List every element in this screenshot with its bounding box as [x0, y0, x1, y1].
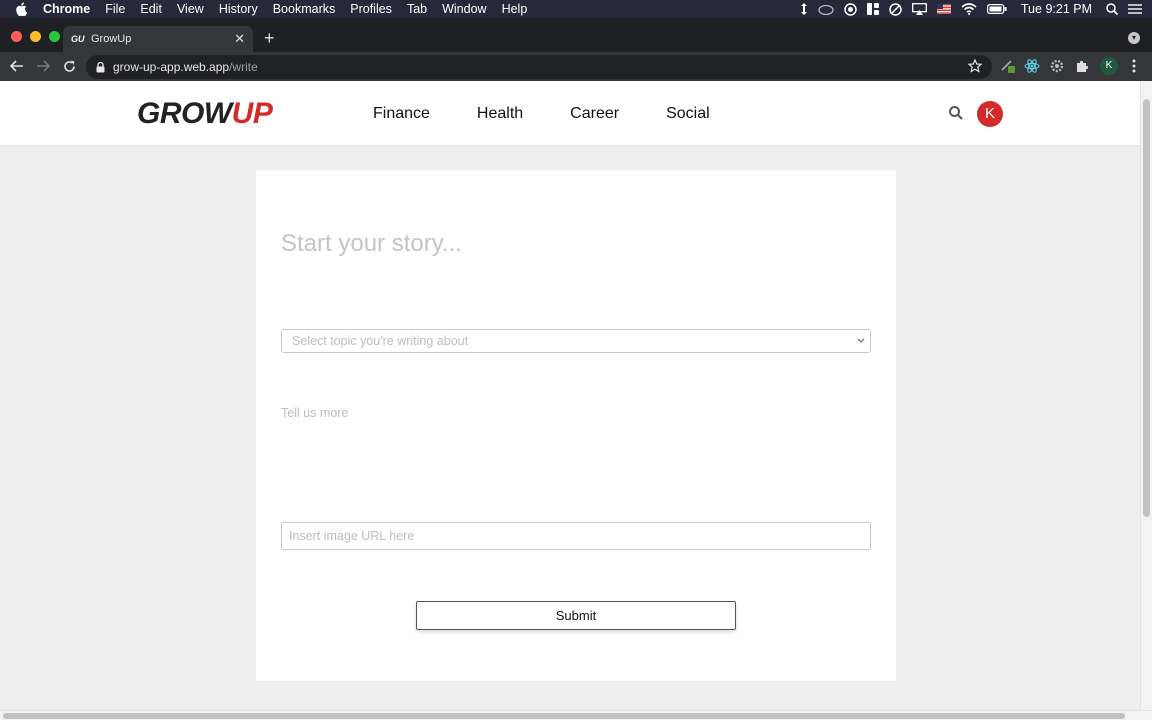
back-arrow-icon[interactable] [8, 57, 26, 75]
extension-react-icon[interactable] [1024, 58, 1040, 74]
browser-menu-kebab-icon[interactable] [1126, 58, 1142, 74]
cloud-icon[interactable] [818, 4, 834, 15]
apple-icon[interactable] [15, 2, 31, 16]
flag-us-icon[interactable] [936, 4, 951, 14]
story-body-textarea[interactable] [281, 406, 871, 496]
menu-view[interactable]: View [177, 0, 204, 18]
submit-button[interactable]: Submit [416, 601, 736, 630]
search-icon[interactable] [948, 105, 964, 126]
horizontal-scrollbar[interactable] [0, 710, 1152, 720]
window-layout-icon[interactable] [866, 3, 879, 15]
menu-window[interactable]: Window [442, 0, 486, 18]
extensions-puzzle-icon[interactable] [1074, 58, 1090, 74]
lock-icon[interactable] [96, 61, 105, 73]
tab-title: GrowUp [91, 33, 132, 45]
nav-finance[interactable]: Finance [373, 105, 430, 123]
menu-edit[interactable]: Edit [140, 0, 162, 18]
growup-logo[interactable]: GROWUP [137, 97, 273, 131]
chevron-down-icon [856, 335, 866, 350]
nav-health[interactable]: Health [477, 105, 523, 123]
wifi-icon[interactable] [961, 3, 977, 15]
browser-tab-strip: GU GrowUp ✕ + ▾ [0, 18, 1152, 52]
window-controls [11, 31, 60, 42]
url-host: grow-up-app.web.app [113, 60, 230, 74]
tab-search-chevron-icon[interactable]: ▾ [1128, 32, 1140, 44]
address-bar[interactable]: grow-up-app.web.app /write [86, 55, 992, 79]
main-nav: Finance Health Career Social [373, 105, 757, 123]
extension-pen-icon[interactable] [1000, 58, 1016, 74]
menu-profiles[interactable]: Profiles [350, 0, 392, 18]
menu-history[interactable]: History [219, 0, 258, 18]
topic-select-placeholder: Select topic you're writing about [292, 334, 469, 348]
extension-gear-icon[interactable] [1049, 58, 1065, 74]
do-not-disturb-icon[interactable] [889, 2, 902, 16]
menu-help[interactable]: Help [502, 0, 528, 18]
close-window-button[interactable] [11, 31, 22, 42]
story-title-input[interactable] [281, 227, 871, 261]
menu-file[interactable]: File [105, 0, 125, 18]
bookmark-star-icon[interactable] [967, 58, 983, 76]
target-icon[interactable] [844, 2, 857, 16]
browser-profile-avatar[interactable]: K [1100, 57, 1118, 75]
vertical-scroll-thumb[interactable] [1143, 99, 1150, 517]
url-path: /write [229, 60, 258, 74]
minimize-window-button[interactable] [30, 31, 41, 42]
site-header: GROWUP Finance Health Career Social K [0, 81, 1140, 145]
image-url-input[interactable] [281, 522, 871, 550]
macos-menu-bar: Chrome File Edit View History Bookmarks … [0, 0, 1152, 18]
user-avatar[interactable]: K [977, 101, 1003, 127]
transfer-icon[interactable] [800, 3, 808, 15]
new-tab-icon[interactable]: + [264, 28, 275, 49]
nav-career[interactable]: Career [570, 105, 619, 123]
page-viewport: GROWUP Finance Health Career Social K Se… [0, 81, 1140, 710]
menu-app-name[interactable]: Chrome [43, 0, 90, 18]
horizontal-scroll-thumb[interactable] [3, 713, 1125, 719]
browser-toolbar: grow-up-app.web.app /write K [0, 52, 1152, 81]
menu-clock[interactable]: Tue 9:21 PM [1021, 2, 1092, 16]
control-center-icon[interactable] [1128, 4, 1142, 14]
maximize-window-button[interactable] [49, 31, 60, 42]
airplay-icon[interactable] [911, 3, 927, 15]
nav-social[interactable]: Social [666, 105, 710, 123]
forward-arrow-icon[interactable] [34, 57, 52, 75]
topic-select[interactable]: Select topic you're writing about [281, 329, 871, 353]
tab-favicon: GU [71, 34, 85, 44]
reload-icon[interactable] [60, 57, 78, 75]
menu-tab[interactable]: Tab [407, 0, 427, 18]
tab-close-icon[interactable]: ✕ [234, 31, 245, 47]
spotlight-search-icon[interactable] [1106, 3, 1118, 15]
vertical-scrollbar[interactable] [1140, 81, 1152, 710]
battery-icon[interactable] [986, 4, 1007, 14]
menu-bookmarks[interactable]: Bookmarks [273, 0, 336, 18]
browser-tab-growup[interactable]: GU GrowUp ✕ [63, 26, 253, 52]
write-story-card: Select topic you're writing about Submit [256, 170, 896, 681]
